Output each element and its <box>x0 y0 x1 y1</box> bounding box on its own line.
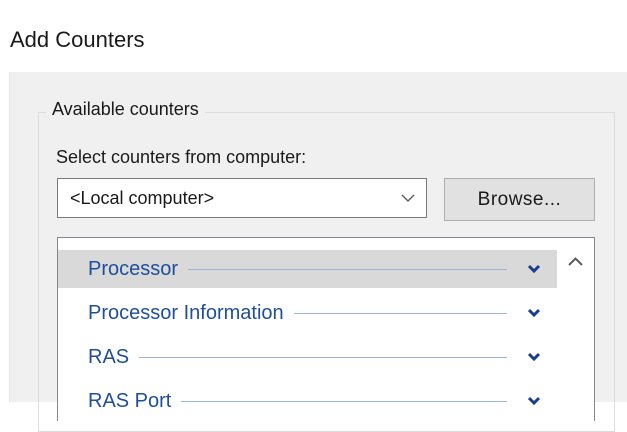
counter-row-ras-port[interactable]: RAS Port <box>58 382 557 420</box>
browse-button[interactable]: Browse... <box>444 178 595 221</box>
expand-chevron-icon[interactable] <box>527 307 541 319</box>
counter-label: Processor <box>88 258 189 281</box>
expand-chevron-icon[interactable] <box>527 263 541 275</box>
expand-chevron-icon[interactable] <box>527 351 541 363</box>
computer-select[interactable]: <Local computer> <box>57 178 427 218</box>
counter-label: RAS Port <box>88 390 182 413</box>
available-counters-label: Available counters <box>46 99 205 120</box>
title-bar: Add Counters <box>0 0 627 72</box>
row-divider-line <box>88 357 507 358</box>
counter-row-ras[interactable]: RAS <box>58 338 557 376</box>
counter-row-processor[interactable]: Processor <box>58 250 557 288</box>
counter-row-processor-information[interactable]: Processor Information <box>58 294 557 332</box>
scroll-up-arrow-icon[interactable] <box>557 250 594 274</box>
counter-label: RAS <box>88 346 140 369</box>
counter-list[interactable]: Processor Processor Information RAS RAS … <box>57 237 595 421</box>
chevron-down-icon <box>401 194 415 202</box>
select-computer-label: Select counters from computer: <box>56 147 307 167</box>
computer-select-value: <Local computer> <box>70 188 215 208</box>
window-title: Add Counters <box>10 27 145 52</box>
expand-chevron-icon[interactable] <box>527 395 541 407</box>
counter-label: Processor Information <box>88 302 294 325</box>
